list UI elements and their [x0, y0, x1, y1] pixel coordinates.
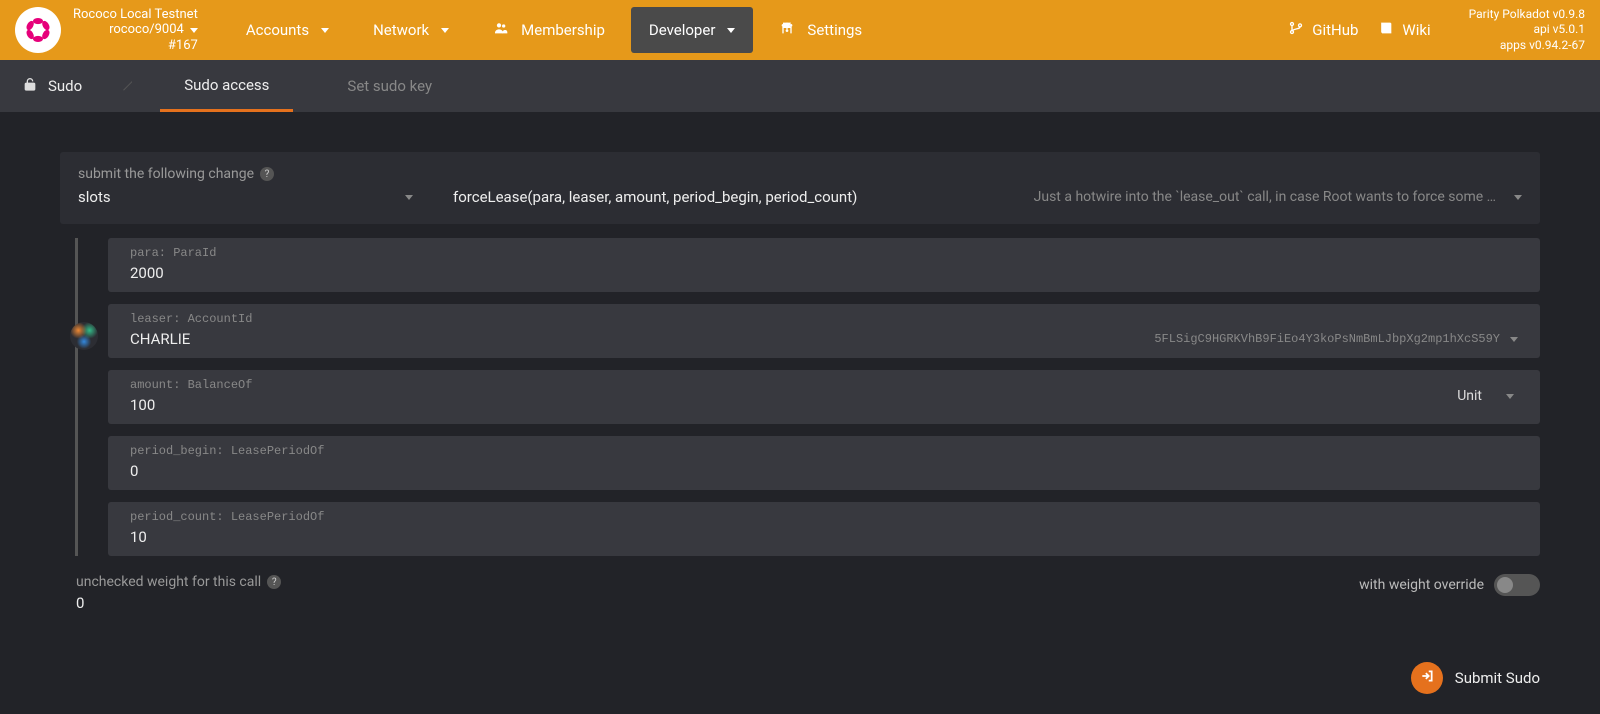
- network-spec: rococo/9004: [109, 22, 184, 37]
- account-address: 5FLSigC9HGRKVhB9FiEo4Y3koPsNmBmLJbpXg2mp…: [1154, 332, 1500, 346]
- sudo-call-card: submit the following change ? slots forc…: [60, 152, 1540, 224]
- label-text: submit the following change: [78, 166, 254, 182]
- param-value: 100: [130, 396, 1457, 414]
- chevron-down-icon: [190, 28, 198, 33]
- link-label: Wiki: [1402, 21, 1430, 39]
- network-selector[interactable]: Rococo Local Testnet rococo/9004 #167: [73, 7, 198, 54]
- nav-settings[interactable]: Settings: [761, 6, 880, 54]
- button-label: Submit Sudo: [1455, 669, 1540, 687]
- version-info: Parity Polkadot v0.9.8 api v5.0.1 apps v…: [1469, 7, 1585, 54]
- nav-developer[interactable]: Developer: [631, 7, 754, 53]
- api-version: api v5.0.1: [1469, 22, 1585, 38]
- account-name: CHARLIE: [130, 330, 190, 348]
- unit-label: Unit: [1457, 388, 1482, 404]
- book-icon: [1378, 20, 1394, 40]
- label-text: unchecked weight for this call: [76, 574, 261, 590]
- block-number: #167: [73, 38, 198, 54]
- nav-label: Accounts: [246, 21, 309, 39]
- network-name: Rococo Local Testnet: [73, 7, 198, 23]
- tab-set-sudo-key[interactable]: Set sudo key: [323, 60, 456, 112]
- method-description: Just a hotwire into the `lease_out` call…: [1034, 189, 1496, 205]
- nav-network[interactable]: Network: [355, 7, 467, 53]
- dropdown-value: slots: [78, 188, 405, 206]
- git-branch-icon: [1288, 20, 1304, 40]
- nav-label: Developer: [649, 21, 716, 39]
- help-icon[interactable]: ?: [267, 575, 281, 589]
- weight-override-toggle[interactable]: [1494, 574, 1540, 596]
- chevron-down-icon: [405, 195, 413, 200]
- nav-label: Settings: [807, 21, 862, 39]
- identicon-icon: [70, 322, 98, 350]
- link-label: GitHub: [1312, 21, 1358, 39]
- github-link[interactable]: GitHub: [1288, 20, 1358, 40]
- weight-label: unchecked weight for this call ?: [76, 574, 281, 590]
- polkadot-logo[interactable]: [15, 7, 61, 53]
- users-icon: [493, 20, 509, 40]
- param-label: para: ParaId: [130, 246, 1518, 260]
- chevron-down-icon: [1514, 195, 1522, 200]
- sign-in-icon: [1420, 669, 1434, 687]
- nav-membership[interactable]: Membership: [475, 6, 623, 54]
- param-value: 10: [130, 528, 1518, 546]
- weight-value: 0: [76, 594, 281, 612]
- nav-accounts[interactable]: Accounts: [228, 7, 347, 53]
- page-title: Sudo: [48, 77, 82, 95]
- chevron-down-icon: [1510, 337, 1518, 342]
- help-icon[interactable]: ?: [260, 167, 274, 181]
- param-label: period_begin: LeasePeriodOf: [130, 444, 1518, 458]
- param-value: 0: [130, 462, 1518, 480]
- weight-override-label: with weight override: [1359, 577, 1484, 593]
- nav-label: Membership: [521, 21, 605, 39]
- param-label: period_count: LeasePeriodOf: [130, 510, 1518, 524]
- tab-sudo-access[interactable]: Sudo access: [160, 60, 293, 112]
- breadcrumb-separator: [118, 60, 132, 112]
- param-leaser[interactable]: leaser: AccountId CHARLIE 5FLSigC9HGRKVh…: [108, 304, 1540, 358]
- unit-dropdown[interactable]: Unit: [1457, 388, 1518, 404]
- apps-version: apps v0.94.2-67: [1469, 38, 1585, 54]
- param-para[interactable]: para: ParaId 2000: [108, 238, 1540, 292]
- method-signature: forceLease(para, leaser, amount, period_…: [453, 188, 857, 206]
- param-label: leaser: AccountId: [130, 312, 1518, 326]
- param-period-count[interactable]: period_count: LeasePeriodOf 10: [108, 502, 1540, 556]
- node-version: Parity Polkadot v0.9.8: [1469, 7, 1585, 23]
- top-navbar: Rococo Local Testnet rococo/9004 #167 Ac…: [0, 0, 1600, 60]
- param-label: amount: BalanceOf: [130, 378, 1457, 392]
- param-period-begin[interactable]: period_begin: LeasePeriodOf 0: [108, 436, 1540, 490]
- wiki-link[interactable]: Wiki: [1378, 20, 1430, 40]
- chevron-down-icon: [727, 28, 735, 33]
- chevron-down-icon: [441, 28, 449, 33]
- submit-sudo-button[interactable]: Submit Sudo: [1411, 662, 1540, 694]
- settings-icon: [779, 20, 795, 40]
- chevron-down-icon: [1506, 394, 1514, 399]
- chevron-down-icon: [321, 28, 329, 33]
- field-label: submit the following change ?: [78, 166, 1522, 182]
- module-dropdown[interactable]: slots: [78, 188, 413, 206]
- nav-label: Network: [373, 21, 429, 39]
- method-dropdown[interactable]: forceLease(para, leaser, amount, period_…: [413, 188, 1034, 206]
- unlock-icon: [22, 76, 38, 96]
- param-amount[interactable]: amount: BalanceOf 100 Unit: [108, 370, 1540, 424]
- page-subnav: Sudo Sudo access Set sudo key: [0, 60, 1600, 112]
- params-indent-bar: [75, 238, 78, 556]
- param-value: 2000: [130, 264, 1518, 282]
